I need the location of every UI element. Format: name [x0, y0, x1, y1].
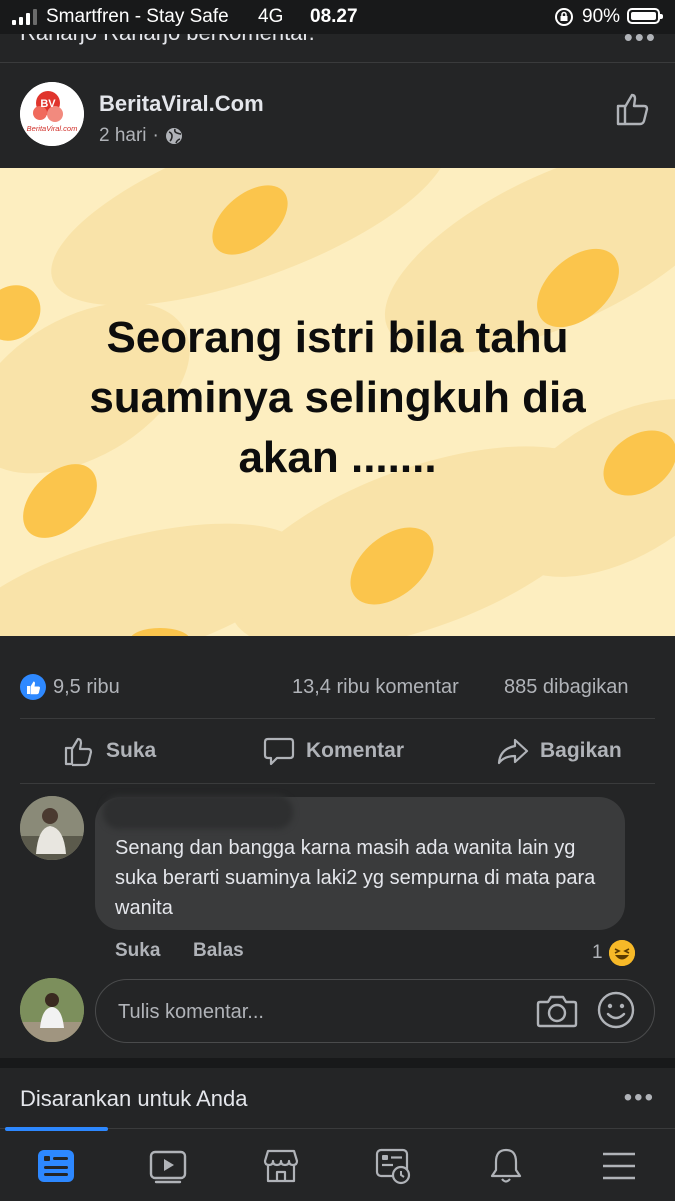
post-stats: 9,5 ribu 13,4 ribu komentar 885 dibagika… — [0, 664, 675, 708]
news-feed-icon — [38, 1150, 74, 1182]
rotation-lock-icon — [553, 7, 575, 32]
share-label: Bagikan — [540, 739, 622, 762]
suggested-more-icon[interactable]: ••• — [624, 1084, 655, 1112]
time-separator: · — [152, 125, 159, 146]
section-separator — [0, 1058, 675, 1068]
haha-emoji-icon — [608, 940, 635, 966]
activity-text: Raharjo Raharjo berkomentar. — [20, 34, 315, 46]
thumbs-up-icon — [64, 737, 93, 767]
activity-header: Raharjo Raharjo berkomentar. ••• — [0, 34, 675, 63]
comment-count[interactable]: 13,4 ribu komentar — [292, 676, 459, 699]
suggested-section: Disarankan untuk Anda ••• — [0, 1068, 675, 1128]
divider — [20, 718, 655, 719]
caption-line: Seorang istri bila tahu — [106, 313, 569, 362]
post-actions: Suka Komentar Bagikan — [0, 720, 675, 782]
caption-line: suaminya selingkuh dia — [89, 373, 586, 422]
post-image-caption: Seorang istri bila tahu suaminya selingk… — [30, 308, 645, 488]
svg-text:BeritaViral.com: BeritaViral.com — [27, 124, 78, 133]
comment-label: Komentar — [306, 739, 405, 762]
like-count[interactable]: 9,5 ribu — [53, 676, 120, 699]
memories-icon — [375, 1148, 411, 1185]
more-options-icon[interactable]: ••• — [624, 34, 657, 53]
beritaviral-logo: BV BeritaViral.com — [20, 82, 84, 146]
comment-button[interactable]: Komentar — [262, 734, 404, 768]
tab-menu[interactable] — [597, 1145, 641, 1187]
commenter-avatar[interactable] — [20, 796, 84, 860]
comment-input[interactable] — [116, 996, 520, 1028]
comment-icon — [263, 737, 295, 766]
tab-memories[interactable] — [371, 1145, 415, 1187]
reaction-count: 1 — [592, 942, 603, 963]
like-button[interactable]: Suka — [62, 734, 156, 768]
share-count[interactable]: 885 dibagikan — [504, 676, 629, 699]
status-bar: Smartfren - Stay Safe 4G 08.27 90% — [0, 0, 675, 34]
battery-icon — [627, 8, 663, 24]
signal-strength-icon — [12, 9, 37, 25]
active-tab-indicator — [5, 1127, 108, 1131]
page-name[interactable]: BeritaViral.Com — [99, 91, 264, 117]
bottom-tab-bar — [0, 1127, 675, 1201]
battery-percent: 90% — [582, 6, 621, 27]
tab-watch[interactable] — [146, 1145, 190, 1187]
notifications-icon — [490, 1148, 522, 1183]
emoji-icon[interactable] — [596, 990, 636, 1035]
blurred-commenter-name — [103, 795, 293, 829]
post-timestamp: 2 hari · — [99, 125, 183, 147]
post-header: BV BeritaViral.com BeritaViral.Com 2 har… — [0, 63, 675, 167]
menu-icon — [603, 1152, 635, 1180]
suggested-title: Disarankan untuk Anda — [20, 1086, 248, 1111]
tab-news-feed[interactable] — [34, 1145, 78, 1187]
post-time-text: 2 hari — [99, 125, 147, 146]
caption-line: akan ....... — [238, 433, 437, 482]
like-label: Suka — [106, 739, 157, 762]
page-avatar[interactable]: BV BeritaViral.com — [20, 82, 84, 146]
like-reaction-icon[interactable] — [20, 674, 46, 700]
status-time: 08.27 — [310, 6, 358, 27]
comment-reactions[interactable]: 1 — [592, 940, 635, 966]
network-type: 4G — [258, 6, 284, 27]
globe-icon — [165, 128, 182, 144]
watch-icon — [149, 1150, 187, 1184]
comment-input-box[interactable] — [95, 979, 655, 1043]
comment-like-button[interactable]: Suka — [115, 940, 160, 962]
tab-notifications[interactable] — [484, 1145, 528, 1187]
share-button[interactable]: Bagikan — [496, 734, 622, 768]
post-image[interactable]: Seorang istri bila tahu suaminya selingk… — [0, 168, 675, 636]
my-avatar[interactable] — [20, 978, 84, 1042]
like-page-button[interactable] — [612, 89, 652, 129]
comment-bubble: Senang dan bangga karna masih ada wanita… — [95, 795, 625, 930]
tab-marketplace[interactable] — [259, 1145, 303, 1187]
divider — [20, 783, 655, 784]
comment-text: Senang dan bangga karna masih ada wanita… — [115, 837, 596, 919]
svg-text:BV: BV — [40, 98, 56, 110]
camera-icon[interactable] — [536, 992, 578, 1035]
carrier-name: Smartfren - Stay Safe — [46, 6, 229, 27]
marketplace-icon — [263, 1149, 299, 1183]
share-icon — [497, 738, 529, 765]
thumbs-up-outline-icon — [616, 93, 649, 126]
comment-reply-button[interactable]: Balas — [193, 940, 244, 962]
